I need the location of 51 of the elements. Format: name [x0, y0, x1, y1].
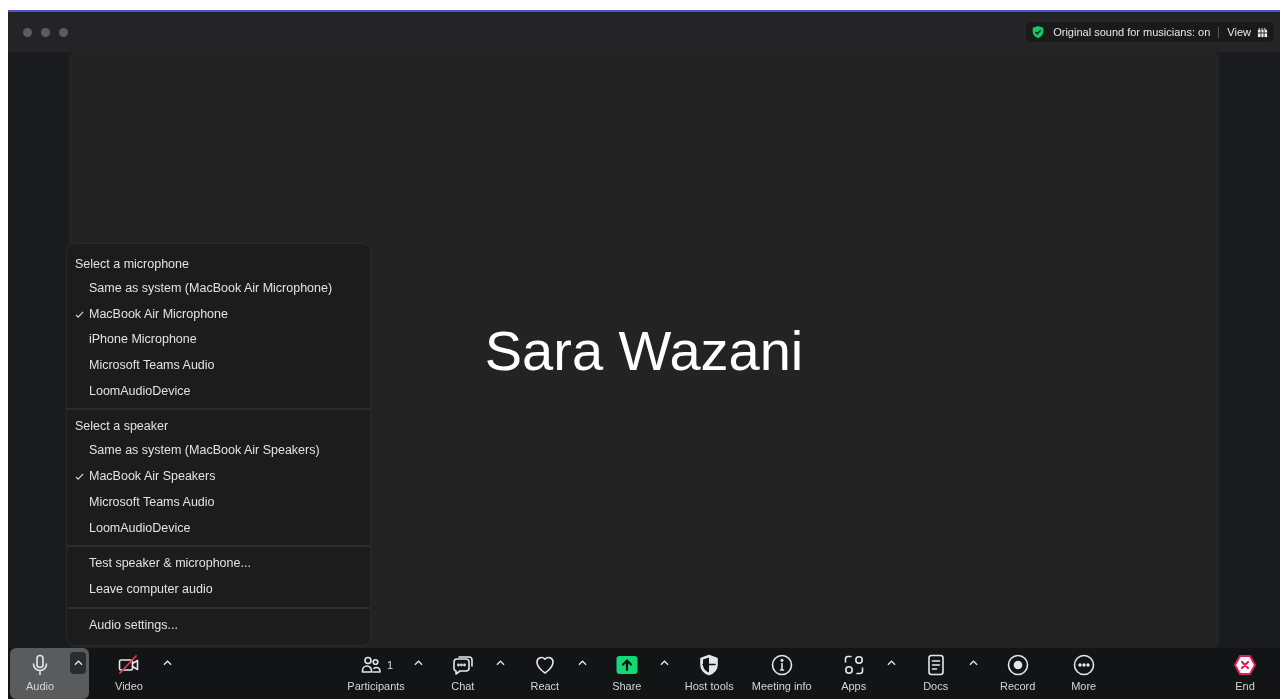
menu-item[interactable]: Microsoft Teams Audio [67, 353, 370, 379]
grid-icon [1257, 26, 1268, 38]
menu-item[interactable]: Same as system (MacBook Air Speakers) [67, 438, 370, 465]
menu-item[interactable]: LoomAudioDevice [67, 515, 370, 542]
caret-icon [969, 660, 979, 666]
toolbar-button[interactable]: More [1053, 648, 1114, 699]
window-control-dot[interactable] [41, 27, 50, 37]
toolbar-button[interactable]: 1 Participants [341, 648, 411, 699]
shield-check-icon [1031, 25, 1046, 39]
toolbar-button[interactable]: Chat [432, 648, 493, 699]
info-icon [769, 653, 794, 677]
toolbar-button[interactable]: Share [596, 648, 657, 699]
caret-icon [414, 660, 424, 666]
toolbar-button[interactable]: React [514, 648, 575, 699]
toolbar-button[interactable]: Docs [905, 648, 966, 699]
window-control-dot[interactable] [59, 27, 68, 37]
menu-item[interactable]: MacBook Air Microphone [67, 301, 370, 328]
toolbar-button[interactable]: Record [987, 648, 1048, 699]
caret-icon [887, 660, 897, 666]
caret-icon [73, 660, 83, 666]
camera-icon [117, 653, 141, 677]
toolbar-button[interactable]: Host tools [678, 648, 740, 699]
menu-item[interactable]: Leave computer audio [67, 576, 370, 603]
record-icon [1005, 653, 1030, 677]
menu-heading: Select a speaker [74, 418, 170, 436]
menu-item[interactable]: iPhone Microphone [67, 327, 370, 354]
menu-item[interactable]: Microsoft Teams Audio [67, 489, 370, 516]
menu-item[interactable]: LoomAudioDevice [67, 378, 370, 405]
menu-item[interactable]: Audio settings... [67, 612, 370, 639]
toolbar-button[interactable]: Audio [10, 648, 70, 699]
menu-item[interactable]: Same as system (MacBook Air Microphone) [67, 276, 370, 302]
chat-icon [450, 653, 475, 677]
caret-icon [496, 660, 506, 666]
menu-heading: Select a microphone [74, 256, 190, 273]
menu-item[interactable]: MacBook Air Speakers [67, 464, 370, 490]
toolbar-button[interactable]: Apps [823, 648, 884, 699]
caret-icon [578, 660, 588, 666]
caret-button[interactable] [70, 652, 86, 674]
window-control-dot[interactable] [23, 27, 32, 37]
participant-name: Sara Wazani [484, 317, 804, 383]
toolbar-button[interactable]: Meeting info [745, 648, 818, 699]
caret-icon [660, 660, 670, 666]
toolbar-button[interactable]: Video [99, 648, 159, 699]
close-icon [1233, 653, 1257, 677]
menu-item[interactable]: Test speaker & microphone... [67, 551, 370, 577]
more-icon [1071, 653, 1096, 677]
caret-icon [162, 660, 172, 666]
end-button[interactable]: End [1220, 648, 1270, 699]
view-button[interactable]: View [1227, 26, 1268, 38]
status-text: Original sound for musicians: on [1053, 26, 1211, 38]
share-icon [614, 653, 639, 677]
